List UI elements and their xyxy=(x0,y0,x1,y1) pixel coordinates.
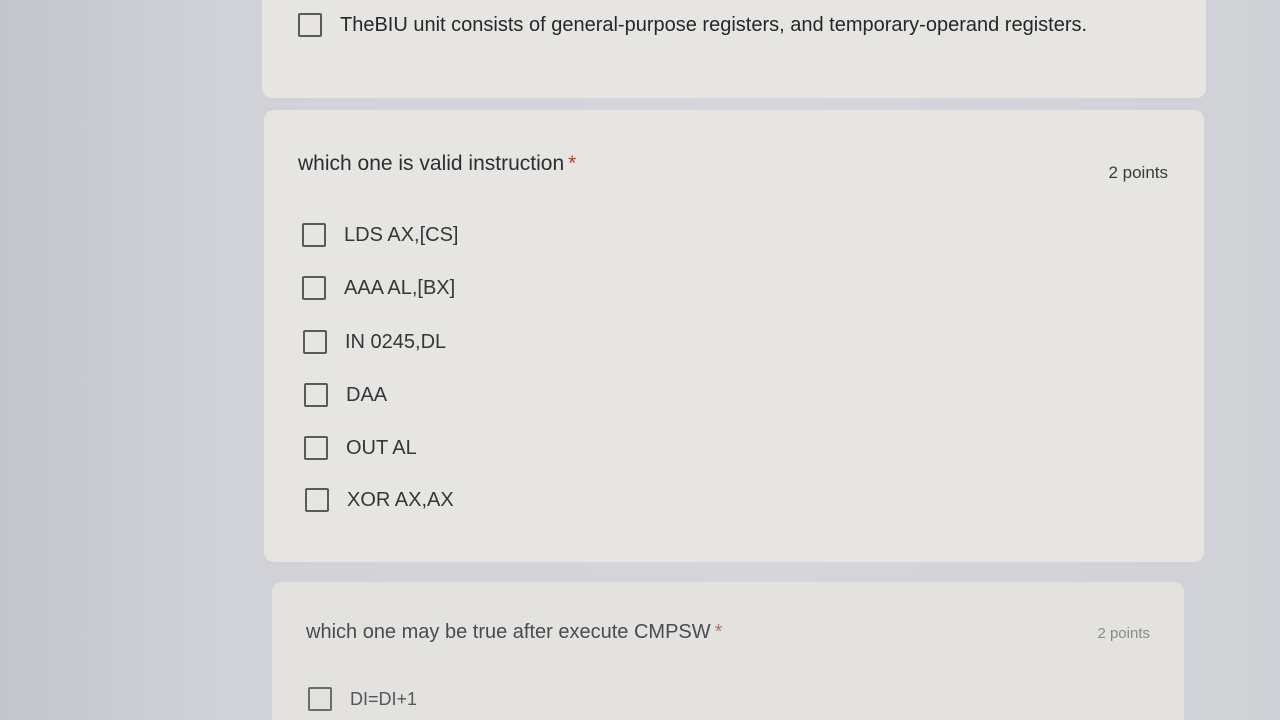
option-lds[interactable]: LDS AX,[CS] xyxy=(302,223,459,247)
question-title-text: which one may be true after execute CMPS… xyxy=(306,621,711,643)
option-label: XOR AX,AX xyxy=(347,488,454,511)
checkbox[interactable] xyxy=(308,687,332,711)
required-indicator: * xyxy=(714,621,723,643)
option-label: TheBIU unit consists of general-purpose … xyxy=(340,13,1088,36)
option-label: OUT AL xyxy=(346,436,417,459)
question-title-text: which one is valid instruction xyxy=(298,152,565,175)
checkbox[interactable] xyxy=(303,330,327,354)
question-card-2: which one is valid instruction * 2 points… xyxy=(264,110,1204,562)
checkbox[interactable] xyxy=(304,436,328,460)
option-label: DAA xyxy=(346,383,388,406)
option-label: AAA AL,[BX] xyxy=(344,276,456,299)
points-label: 2 points xyxy=(1097,625,1150,642)
question-card-3: which one may be true after execute CMPS… xyxy=(272,582,1184,720)
option-aaa[interactable]: AAA AL,[BX] xyxy=(302,276,455,300)
option-di-increment[interactable]: DI=DI+1 xyxy=(308,687,417,711)
question-title: which one is valid instruction * xyxy=(298,152,576,176)
option-label: LDS AX,[CS] xyxy=(344,223,459,246)
option-daa[interactable]: DAA xyxy=(304,383,387,407)
option-label: IN 0245,DL xyxy=(345,330,447,353)
checkbox[interactable] xyxy=(302,223,326,247)
checkbox[interactable] xyxy=(304,383,328,407)
option-in[interactable]: IN 0245,DL xyxy=(303,330,446,354)
question-title: which one may be true after execute CMPS… xyxy=(306,621,722,644)
checkbox[interactable] xyxy=(302,276,326,300)
option-label: DI=DI+1 xyxy=(350,688,418,709)
checkbox[interactable] xyxy=(298,13,322,37)
required-indicator: * xyxy=(568,152,577,175)
option-biu-statement[interactable]: TheBIU unit consists of general-purpose … xyxy=(298,13,1087,37)
checkbox[interactable] xyxy=(305,488,329,512)
points-label: 2 points xyxy=(1108,163,1168,182)
option-out[interactable]: OUT AL xyxy=(304,436,417,460)
question-card-1: TheBIU unit consists of general-purpose … xyxy=(262,0,1206,98)
option-xor[interactable]: XOR AX,AX xyxy=(305,488,454,512)
